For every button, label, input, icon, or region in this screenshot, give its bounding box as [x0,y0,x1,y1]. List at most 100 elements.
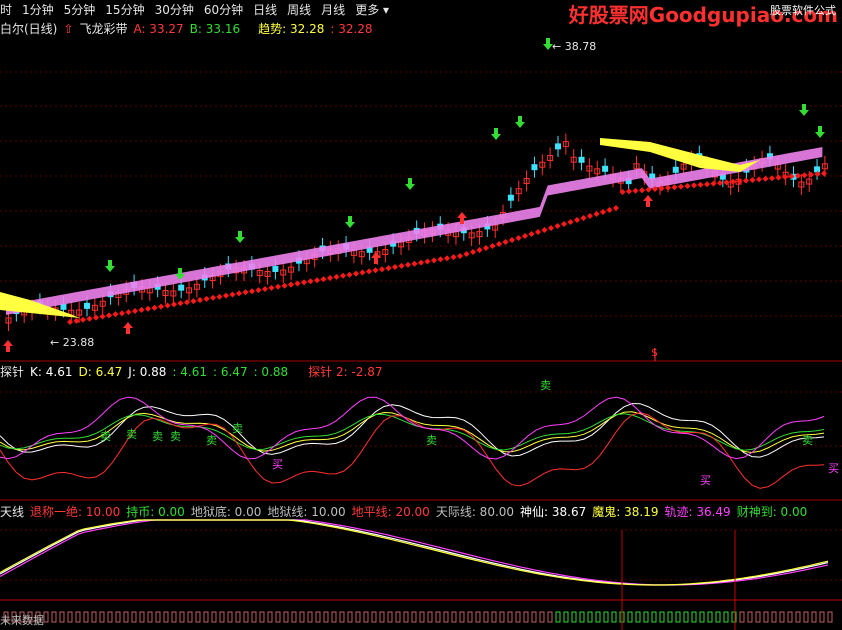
future-data-label: 未来数据 [0,614,44,627]
sky-name: 天线 [0,505,25,519]
future-bar [235,611,241,623]
future-bar [283,611,289,623]
trend-dot [626,188,632,195]
ribbon-band [6,147,823,315]
future-bar [163,611,169,623]
trend-dot [249,288,255,295]
future-bar [331,611,337,623]
future-bar [355,611,361,623]
future-bar [395,611,401,623]
trend-dot [145,305,151,312]
future-bar [667,611,673,623]
sky-panel-title: 天线 退称一绝: 10.00 持币: 0.00 地狱底: 0.00 地狱线: 10.0… [0,503,807,520]
future-bar [515,611,521,623]
candle-body [178,284,185,291]
sky-item: 地平线: 20.00 [351,505,430,519]
sell-signal-label: 卖 [152,430,163,443]
trend-dot [353,270,359,277]
trend-dot [262,286,268,292]
sky-item: 退称一绝: 10.00 [30,505,121,519]
candle-body [602,165,609,172]
trend-dot [710,180,717,187]
trend-value: : 32.28 [330,21,373,36]
candle-body [814,166,821,173]
trend-dot [99,313,106,320]
trend-dot [288,281,294,288]
future-bar [555,611,561,623]
devil-line [0,519,829,586]
d-value: D: 6.47 [78,364,123,379]
trend-dot [255,287,262,294]
trend-dot [158,303,164,310]
trend-dot [125,309,132,316]
trend-dot [80,316,86,323]
trend-dot [444,255,450,262]
trend-dot [593,211,600,217]
future-bar [99,611,105,623]
buy-signal-label: 买 [700,474,711,487]
trend-dot [418,259,424,266]
trend-dot [314,277,320,284]
sky-item: 魔鬼: 38.19 [592,505,659,519]
future-bar [139,611,145,623]
sell-signal-label: 卖 [802,434,813,447]
trend-dot [307,278,314,285]
future-bar [339,611,345,623]
future-bar [715,611,721,623]
value-a: A: 33.27 [133,21,184,36]
trend-dot [242,289,249,296]
trend-dot [437,256,444,263]
future-bar [267,611,273,623]
trend-dot [801,172,808,179]
trend-dot [489,243,496,249]
trend-dot [684,183,691,189]
trend-dots [67,170,827,325]
trend-dot [151,304,158,311]
sky-item: 财神到: 0.00 [736,505,808,519]
candle-body [672,166,679,173]
future-bar [59,611,65,623]
trend-dot [138,306,145,313]
trend-dot [470,249,476,255]
future-bar [779,611,785,623]
future-bar [819,611,825,623]
ribbon-yellow-right [600,138,760,172]
trend-dot [704,181,710,188]
candle-body [272,265,279,272]
trend-dot [528,231,535,237]
future-bar [755,611,761,623]
future-bar [299,611,305,623]
trend-dot [431,257,437,264]
buy-signal-label: 买 [272,458,283,471]
future-bar [251,611,257,623]
future-bar [699,611,705,623]
sell-signal-label: 卖 [170,430,181,443]
sell-signal-label: 卖 [426,434,437,447]
candle-body [531,164,538,171]
future-bar [67,611,73,623]
future-bar [747,611,753,623]
future-bar [243,611,249,623]
sky-item: 天际线: 80.00 [435,505,515,519]
trend-dot [346,271,353,278]
future-bar [475,611,481,623]
trend-dot [106,312,112,319]
signal-arrows [3,38,825,352]
future-bar [483,611,489,623]
trend-dot [515,235,522,241]
trend-label: 趋势: 32.28 [258,22,325,36]
future-bar [531,611,537,623]
future-bar [419,611,425,623]
future-bar [291,611,297,623]
trend-dot [372,267,379,274]
probe-name: 探针 [0,365,25,379]
sell-arrow-icon [235,231,245,243]
future-bar [187,611,193,623]
future-bar [675,611,681,623]
sell-signal-label: 卖 [100,430,111,443]
trend-dot [93,314,99,321]
future-bar [691,611,697,623]
future-bar [723,611,729,623]
trend-dot [385,265,392,272]
future-bar [539,611,545,623]
